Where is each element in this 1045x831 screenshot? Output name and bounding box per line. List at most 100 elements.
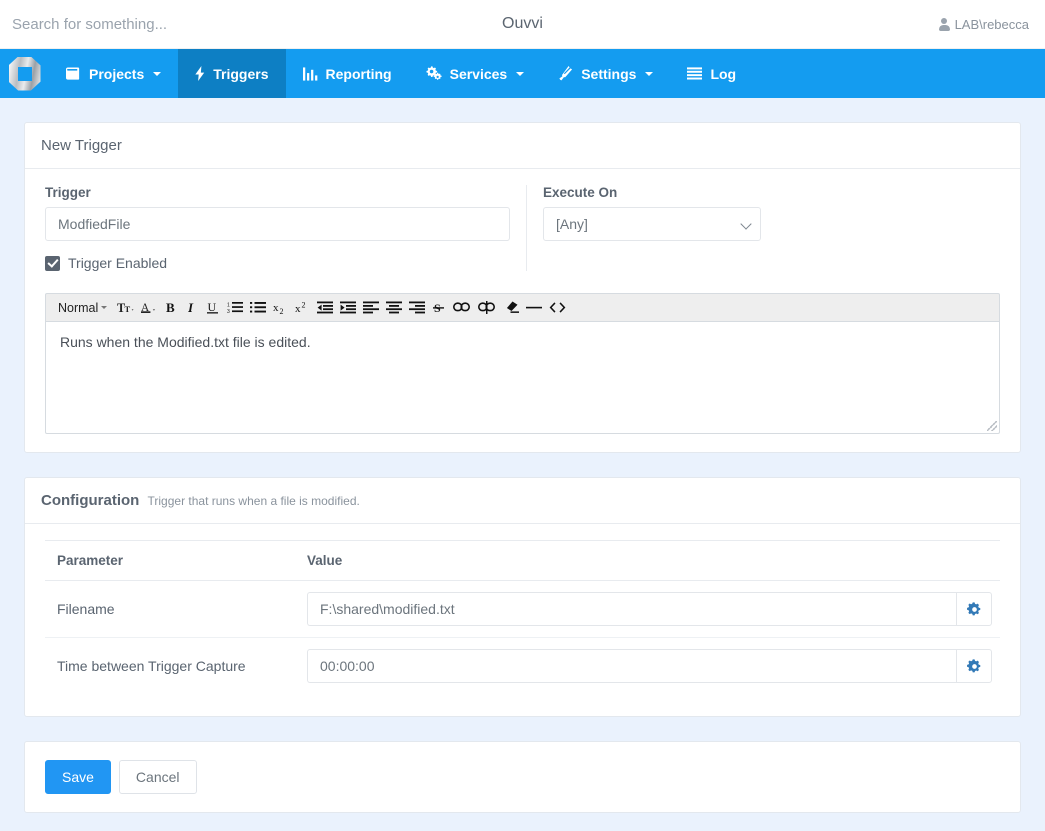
svg-text:3: 3 [227,309,230,314]
action-panel-body: Save Cancel [25,742,1020,812]
nav-item-reporting[interactable]: Reporting [286,49,409,98]
parameter-value-cell-time [295,638,1000,695]
book-icon [66,66,81,81]
svg-text:I: I [188,301,194,314]
nav-label-triggers: Triggers [213,65,269,82]
execute-on-select[interactable]: [Any] [543,207,761,241]
new-trigger-body: Trigger Trigger Enabled Execute On [Any] [25,169,1020,452]
chevron-down-icon [516,71,525,76]
table-row: Filename [45,580,1000,638]
nav-label-settings: Settings [581,65,637,82]
svg-text:2: 2 [302,301,306,310]
input-group-filename [307,592,992,626]
strikethrough-icon[interactable]: S [429,296,449,320]
format-dropdown[interactable]: Normal [52,296,113,320]
underline-icon[interactable]: U [203,296,223,320]
svg-text:U: U [208,301,217,314]
column-header-value: Value [295,540,1000,581]
configuration-table-body: Filename F:\shared\modified.txt Time bet… [45,580,1000,695]
nav-label-log: Log [710,65,737,82]
indent-icon[interactable] [337,296,359,320]
nav-item-log[interactable]: Log [670,49,753,98]
editor-resize-handle[interactable] [987,421,997,431]
configuration-header: Configuration Trigger that runs when a f… [25,478,1020,524]
gear-icon [966,658,980,672]
wrench-icon [558,66,573,81]
table-row: Time between Trigger Capture [45,638,1000,695]
nav-item-projects[interactable]: Projects [49,49,178,98]
new-trigger-panel: New Trigger Trigger Trigger Enabled Exec… [24,122,1021,453]
nav-label-reporting: Reporting [325,65,392,82]
trigger-enabled-row[interactable]: Trigger Enabled [45,255,510,271]
cancel-button[interactable]: Cancel [118,760,197,794]
font-size-icon[interactable]: TT [114,296,137,320]
svg-text:T: T [125,303,131,313]
editor-content-area[interactable]: Runs when the Modified.txt file is edite… [45,322,1000,434]
trigger-name-input[interactable] [45,207,510,241]
chevron-down-icon [101,306,108,309]
form-actions: Save Cancel [45,760,1000,794]
clear-format-icon[interactable] [500,296,522,320]
editor-content-text: Runs when the Modified.txt file is edite… [60,334,311,350]
superscript-icon[interactable]: x2 [292,296,313,320]
font-color-icon[interactable]: A [138,296,160,320]
time-settings-button[interactable] [956,649,992,683]
svg-text:x: x [295,303,301,315]
unlink-icon[interactable] [475,296,499,320]
horizontal-rule-icon[interactable] [523,296,545,320]
align-left-icon[interactable] [360,296,382,320]
configuration-panel: Configuration Trigger that runs when a f… [24,477,1021,717]
outdent-icon[interactable] [314,296,336,320]
gears-icon [426,66,442,81]
nav-item-settings[interactable]: Settings [541,49,670,98]
configuration-body: Parameter Value Filename F:\shared\modif… [25,524,1020,716]
save-button[interactable]: Save [45,760,111,794]
user-menu[interactable]: LAB\rebecca [938,16,1029,32]
brand-logo[interactable] [0,49,49,98]
nav-label-projects: Projects [89,65,145,82]
user-icon [938,17,950,31]
ordered-list-icon[interactable]: 13 [224,296,246,320]
unordered-list-icon[interactable] [247,296,269,320]
description-editor: Normal TT A B I U 1 3 x 2 x 2 S Runs whe… [45,293,1000,434]
execute-on-select-wrap: [Any] [543,207,761,241]
configuration-subtitle: Trigger that runs when a file is modifie… [147,494,360,508]
filename-settings-button[interactable] [956,592,992,626]
bar-chart-icon [302,66,318,81]
configuration-title: Configuration [41,492,140,509]
configuration-table-head: Parameter Value [45,540,1000,581]
chevron-down-icon [153,71,162,76]
nav-item-triggers[interactable]: Triggers [178,49,286,98]
nav-item-services[interactable]: Services [409,49,542,98]
trigger-name-label: Trigger [45,185,91,200]
bold-icon[interactable]: B [161,296,181,320]
align-center-icon[interactable] [383,296,405,320]
parameter-name-time-between-trigger-capture: Time between Trigger Capture [57,658,246,674]
svg-text:x: x [273,302,279,314]
action-panel: Save Cancel [24,741,1021,813]
user-name: LAB\rebecca [954,16,1029,32]
align-right-icon[interactable] [406,296,428,320]
svg-text:1: 1 [227,303,230,309]
subscript-icon[interactable]: x2 [270,296,291,320]
editor-toolbar: Normal TT A B I U 1 3 x 2 x 2 S [45,293,1000,322]
column-header-parameter: Parameter [45,540,295,581]
italic-icon[interactable]: I [182,296,202,320]
ouvvi-logo-icon [8,56,41,91]
trigger-enabled-checkbox[interactable] [45,255,60,271]
time-between-trigger-capture-input[interactable] [307,649,956,683]
main-navigation: Projects Triggers Reporting Services Set… [0,49,1045,98]
page-content: New Trigger Trigger Trigger Enabled Exec… [0,122,1045,813]
source-code-icon[interactable] [546,296,569,320]
execute-on-label: Execute On [543,185,618,200]
link-icon[interactable] [450,296,474,320]
filename-input[interactable] [307,592,956,626]
chevron-down-icon [645,71,654,76]
search-input[interactable] [0,9,330,39]
panel-title-new-trigger: New Trigger [25,123,1020,169]
input-group-time [307,649,992,683]
parameter-name-filename: Filename [45,580,295,638]
parameter-value-cell-filename [295,580,1000,638]
table-header-row: Parameter Value [45,540,1000,581]
configuration-table: Parameter Value Filename F:\shared\modif… [45,540,1000,694]
